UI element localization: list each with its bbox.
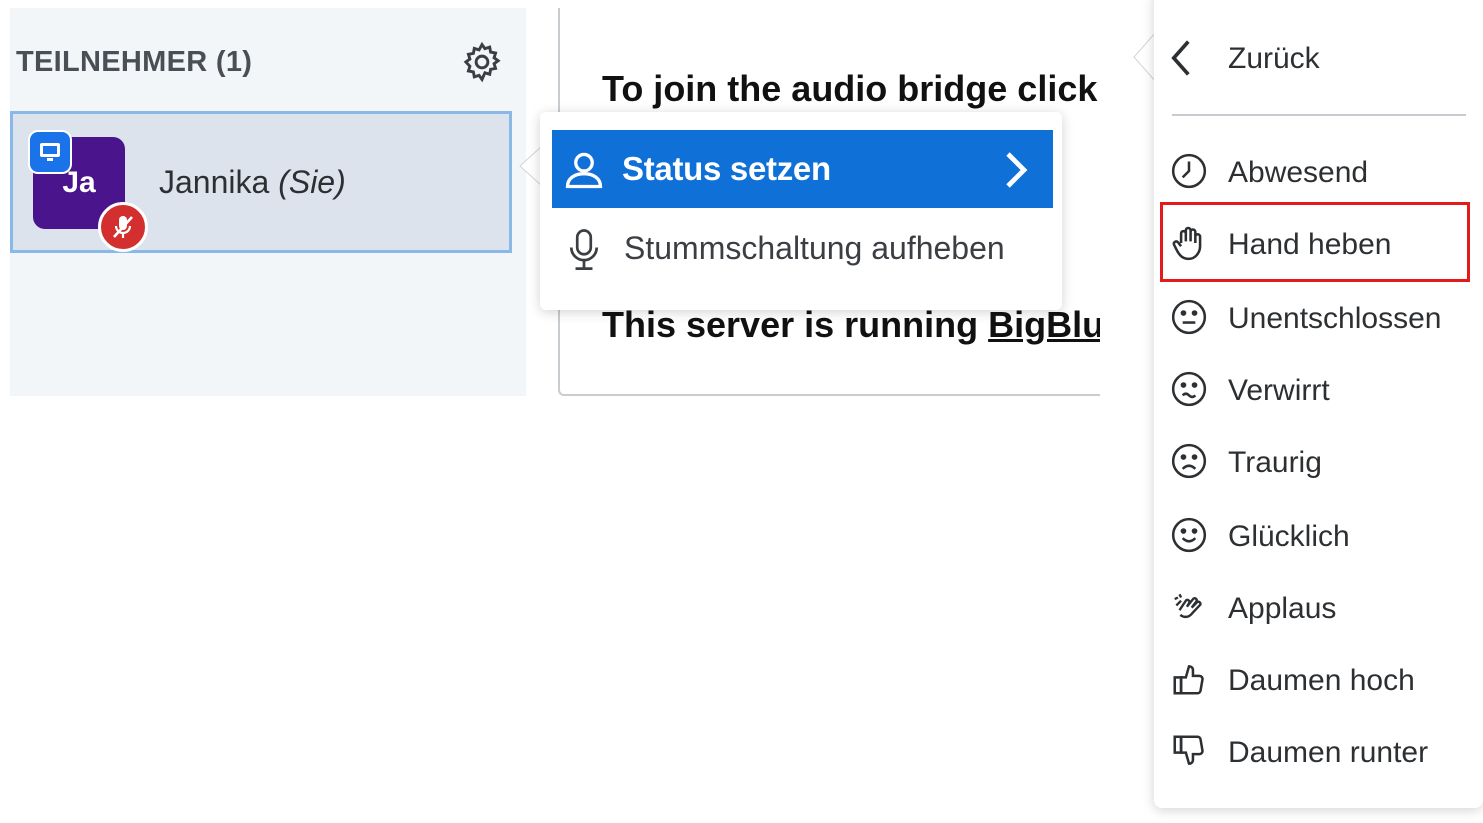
participant-context-menu: Status setzen Stummschaltung aufheben xyxy=(540,112,1062,310)
status-item-applause[interactable]: Applaus xyxy=(1168,576,1468,638)
status-item-undecided[interactable]: Unentschlossen xyxy=(1168,286,1468,348)
applause-icon xyxy=(1174,593,1202,619)
muted-mic-icon xyxy=(98,202,148,252)
happy-face-icon xyxy=(1171,517,1207,553)
status-item-away[interactable]: Abwesend xyxy=(1168,140,1468,202)
neutral-face-icon xyxy=(1171,299,1207,335)
status-label-sad: Traurig xyxy=(1228,446,1322,479)
submenu-pointer xyxy=(1133,32,1156,82)
participants-panel: TEILNEHMER (1) Ja Jannika (Sie) xyxy=(10,8,526,396)
gear-icon[interactable] xyxy=(460,40,504,84)
unmute-label: Stummschaltung aufheben xyxy=(624,230,1005,266)
menu-divider xyxy=(1172,114,1466,116)
status-item-confused[interactable]: Verwirrt xyxy=(1168,358,1468,420)
status-item-thumbs-down[interactable]: Daumen runter xyxy=(1168,720,1468,782)
back-menu-item[interactable]: Zurück xyxy=(1168,32,1468,88)
microphone-icon xyxy=(569,229,599,270)
participant-you-label: (Sie) xyxy=(278,164,346,200)
thumbs-up-icon xyxy=(1173,665,1204,695)
welcome-message-server: This server is running BigBlue xyxy=(602,304,1100,346)
highlight-annotation xyxy=(1160,202,1470,282)
status-label-thumbs-up: Daumen hoch xyxy=(1228,664,1415,697)
bigbluebutton-link[interactable]: BigBlue xyxy=(988,304,1100,345)
chevron-right-icon xyxy=(1006,152,1028,188)
status-label-undecided: Unentschlossen xyxy=(1228,302,1442,335)
chevron-left-icon xyxy=(1171,40,1190,76)
status-item-sad[interactable]: Traurig xyxy=(1168,430,1468,492)
back-label: Zurück xyxy=(1228,42,1320,75)
user-icon xyxy=(565,152,603,189)
clock-icon xyxy=(1171,153,1207,189)
status-label-applause: Applaus xyxy=(1228,592,1337,625)
set-status-menu-item[interactable]: Status setzen xyxy=(552,130,1053,208)
participant-row[interactable]: Ja Jannika (Sie) xyxy=(10,111,512,253)
welcome-message-audio: To join the audio bridge click xyxy=(602,68,1098,109)
status-label-away: Abwesend xyxy=(1228,156,1369,189)
context-menu-pointer xyxy=(519,146,542,186)
set-status-label: Status setzen xyxy=(622,150,831,187)
confused-face-icon xyxy=(1171,371,1207,407)
welcome-server-text: This server is running xyxy=(602,304,989,345)
status-item-happy[interactable]: Glücklich xyxy=(1168,504,1468,566)
status-label-confused: Verwirrt xyxy=(1228,374,1330,407)
status-item-thumbs-up[interactable]: Daumen hoch xyxy=(1168,648,1468,710)
status-label-happy: Glücklich xyxy=(1228,520,1350,553)
presenter-icon xyxy=(28,130,72,174)
status-label-thumbs-down: Daumen runter xyxy=(1228,736,1429,769)
participant-name-text: Jannika xyxy=(159,164,270,200)
participant-name: Jannika (Sie) xyxy=(159,164,346,201)
unmute-menu-item[interactable]: Stummschaltung aufheben xyxy=(552,212,1053,290)
participants-header: TEILNEHMER (1) xyxy=(16,46,253,78)
sad-face-icon xyxy=(1171,443,1207,479)
thumbs-down-icon xyxy=(1173,735,1204,765)
